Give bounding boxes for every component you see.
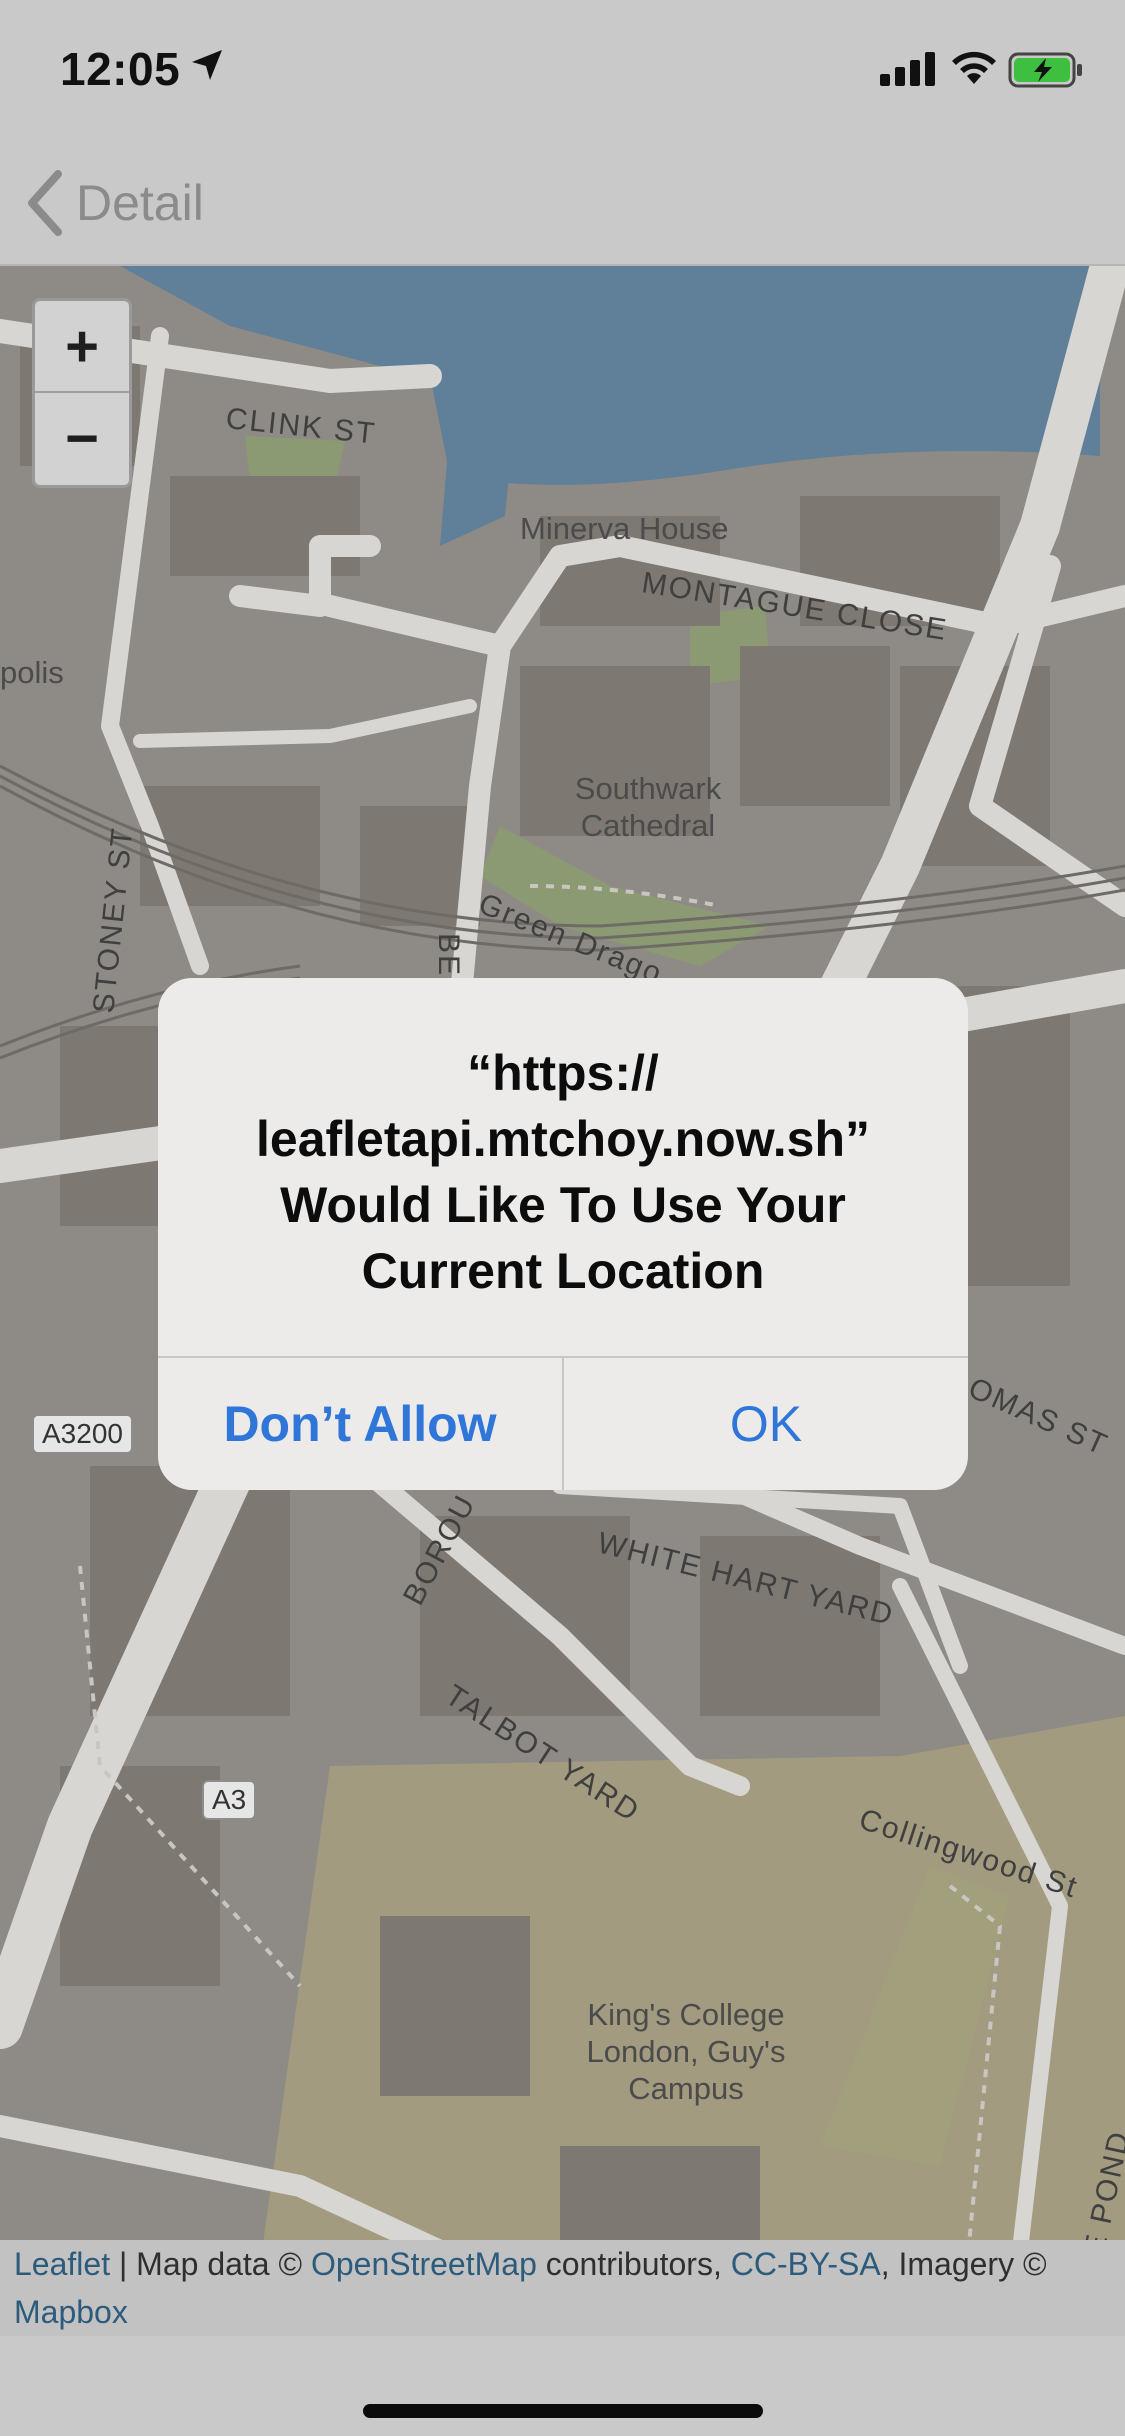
battery-charging-icon	[1008, 52, 1082, 88]
dont-allow-button[interactable]: Don’t Allow	[158, 1358, 562, 1490]
zoom-in-button[interactable]: +	[35, 301, 129, 393]
status-bar: 12:05	[0, 0, 1125, 140]
back-button[interactable]: Detail	[22, 168, 204, 238]
alert-title-line-2: leafletapi.mtchoy.now.sh”	[256, 1111, 870, 1167]
location-arrow-icon	[192, 50, 222, 80]
alert-title-line-3: Would Like To Use Your	[280, 1177, 846, 1233]
navigation-bar: Detail	[0, 140, 1125, 266]
alert-title-line-4: Current Location	[361, 1243, 765, 1299]
cellular-signal-icon	[880, 52, 935, 86]
map-label-minerva-house: Minerva House	[520, 511, 729, 546]
alert-title: “https:// leafletapi.mtchoy.now.sh” Woul…	[198, 1040, 928, 1304]
attribution-separator: | Map data ©	[110, 2246, 311, 2282]
openstreetmap-link[interactable]: OpenStreetMap	[311, 2246, 537, 2282]
chevron-left-icon	[28, 170, 62, 236]
road-badge-a3200: A3200	[32, 1414, 133, 1454]
home-indicator-area	[0, 2336, 1125, 2436]
map-attribution: Leaflet | Map data © OpenStreetMap contr…	[0, 2240, 1125, 2336]
map-label-polis: polis	[0, 655, 64, 690]
wifi-icon	[952, 51, 996, 84]
attribution-contributors: contributors,	[536, 2246, 731, 2282]
mapbox-link[interactable]: Mapbox	[14, 2294, 128, 2330]
leaflet-link[interactable]: Leaflet	[14, 2246, 110, 2282]
back-button-label: Detail	[76, 175, 204, 231]
status-time: 12:05	[60, 43, 181, 95]
map-label-southwark-cathedral: Southwark Cathedral	[574, 771, 722, 843]
zoom-out-button[interactable]: −	[35, 393, 129, 483]
location-permission-alert: “https:// leafletapi.mtchoy.now.sh” Woul…	[158, 978, 968, 1490]
cc-by-sa-link[interactable]: CC-BY-SA	[731, 2246, 881, 2282]
attribution-imagery: , Imagery ©	[880, 2246, 1047, 2282]
map-label-kings-college: King's College London, Guy's Campus	[586, 1997, 786, 2106]
alert-title-line-1: “https://	[467, 1045, 659, 1101]
road-badge-a3: A3	[202, 1780, 257, 1820]
ok-button[interactable]: OK	[564, 1358, 968, 1490]
home-indicator[interactable]	[363, 2404, 763, 2418]
zoom-control: + −	[32, 298, 132, 488]
